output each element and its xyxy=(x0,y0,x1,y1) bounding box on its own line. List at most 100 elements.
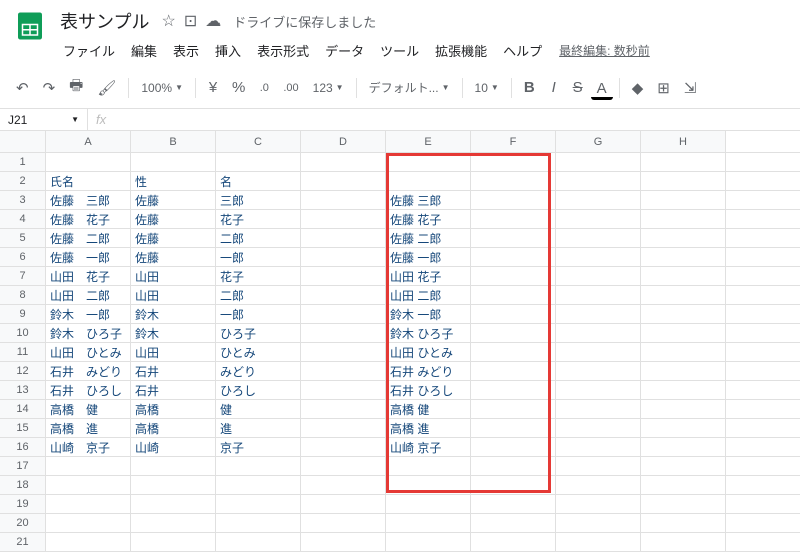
row-header[interactable]: 19 xyxy=(0,495,46,513)
cell[interactable]: 進 xyxy=(216,419,301,437)
cell[interactable]: 佐藤 花子 xyxy=(46,210,131,228)
row-header[interactable]: 21 xyxy=(0,533,46,551)
cell[interactable] xyxy=(46,476,131,494)
column-header[interactable]: E xyxy=(386,131,471,152)
document-title[interactable]: 表サンプル xyxy=(56,6,153,36)
cell[interactable] xyxy=(301,438,386,456)
cell[interactable] xyxy=(301,381,386,399)
cell[interactable]: 二郎 xyxy=(216,286,301,304)
row-header[interactable]: 20 xyxy=(0,514,46,532)
cell[interactable] xyxy=(471,419,556,437)
cell[interactable] xyxy=(301,495,386,513)
star-icon[interactable]: ☆ xyxy=(161,11,175,31)
row-header[interactable]: 18 xyxy=(0,476,46,494)
cell[interactable]: 鈴木 xyxy=(131,305,216,323)
cell[interactable] xyxy=(131,533,216,551)
cell[interactable]: 三郎 xyxy=(216,191,301,209)
cell[interactable] xyxy=(301,153,386,171)
cell[interactable] xyxy=(216,533,301,551)
cell[interactable] xyxy=(556,286,641,304)
cell[interactable]: 鈴木 ひろ子 xyxy=(386,324,471,342)
cell[interactable]: 花子 xyxy=(216,267,301,285)
cell[interactable] xyxy=(471,286,556,304)
cell[interactable] xyxy=(641,514,726,532)
cell[interactable]: 一郎 xyxy=(216,248,301,266)
cell[interactable]: ひろし xyxy=(216,381,301,399)
cell[interactable]: 佐藤 一郎 xyxy=(386,248,471,266)
cell[interactable] xyxy=(556,400,641,418)
cell[interactable] xyxy=(641,400,726,418)
cell[interactable]: 鈴木 xyxy=(131,324,216,342)
cell[interactable] xyxy=(471,343,556,361)
cell[interactable] xyxy=(556,191,641,209)
cell[interactable] xyxy=(556,343,641,361)
cell[interactable]: 佐藤 花子 xyxy=(386,210,471,228)
row-header[interactable]: 7 xyxy=(0,267,46,285)
cell[interactable] xyxy=(641,457,726,475)
cell[interactable] xyxy=(471,324,556,342)
cell[interactable]: 高橋 進 xyxy=(46,419,131,437)
cell[interactable] xyxy=(471,438,556,456)
cell[interactable] xyxy=(556,419,641,437)
cell[interactable]: 高橋 xyxy=(131,419,216,437)
move-icon[interactable]: ⊡ xyxy=(184,11,197,31)
column-header[interactable]: C xyxy=(216,131,301,152)
strike-button[interactable]: S xyxy=(567,75,589,100)
cell[interactable]: 山田 ひとみ xyxy=(46,343,131,361)
cell[interactable]: 鈴木 一郎 xyxy=(46,305,131,323)
increase-decimal-button[interactable]: .00 xyxy=(277,78,304,98)
borders-icon[interactable]: ⊞ xyxy=(651,75,676,101)
cell[interactable]: 石井 xyxy=(131,381,216,399)
cell[interactable] xyxy=(386,533,471,551)
cell[interactable] xyxy=(301,514,386,532)
cell[interactable] xyxy=(641,381,726,399)
zoom-dropdown[interactable]: 100%▼ xyxy=(135,78,189,98)
cell[interactable] xyxy=(301,362,386,380)
cell[interactable]: 石井 みどり xyxy=(386,362,471,380)
cell[interactable] xyxy=(641,362,726,380)
cell[interactable]: 山田 二郎 xyxy=(386,286,471,304)
menu-format[interactable]: 表示形式 xyxy=(250,38,316,63)
cell[interactable] xyxy=(301,229,386,247)
cell[interactable] xyxy=(556,267,641,285)
cell[interactable] xyxy=(471,495,556,513)
cell[interactable] xyxy=(301,476,386,494)
cell[interactable]: 佐藤 xyxy=(131,210,216,228)
cell[interactable] xyxy=(301,286,386,304)
cell[interactable] xyxy=(641,210,726,228)
cell[interactable] xyxy=(556,362,641,380)
row-header[interactable]: 12 xyxy=(0,362,46,380)
cell[interactable] xyxy=(301,172,386,190)
cell[interactable] xyxy=(386,495,471,513)
cell[interactable] xyxy=(556,172,641,190)
cell[interactable] xyxy=(131,476,216,494)
print-icon[interactable]: 🖶 xyxy=(63,71,89,104)
cell[interactable]: 名 xyxy=(216,172,301,190)
cell[interactable] xyxy=(301,267,386,285)
cell[interactable] xyxy=(556,210,641,228)
menu-data[interactable]: データ xyxy=(318,38,371,63)
fill-color-icon[interactable]: ◆ xyxy=(626,75,650,101)
cell[interactable] xyxy=(301,533,386,551)
formula-input[interactable] xyxy=(114,109,800,130)
menu-tools[interactable]: ツール xyxy=(373,38,426,63)
column-header[interactable]: D xyxy=(301,131,386,152)
bold-button[interactable]: B xyxy=(518,75,541,100)
row-header[interactable]: 9 xyxy=(0,305,46,323)
cell[interactable] xyxy=(641,438,726,456)
cell[interactable] xyxy=(471,210,556,228)
cell[interactable]: 性 xyxy=(131,172,216,190)
cell[interactable] xyxy=(641,286,726,304)
select-all-corner[interactable] xyxy=(0,131,46,152)
cell[interactable] xyxy=(46,495,131,513)
cell[interactable]: 佐藤 一郎 xyxy=(46,248,131,266)
menu-insert[interactable]: 挿入 xyxy=(208,38,248,63)
cell[interactable] xyxy=(556,305,641,323)
column-header[interactable]: H xyxy=(641,131,726,152)
cell[interactable] xyxy=(471,305,556,323)
cell[interactable] xyxy=(301,191,386,209)
cell[interactable] xyxy=(386,172,471,190)
cell[interactable] xyxy=(556,381,641,399)
row-header[interactable]: 11 xyxy=(0,343,46,361)
cell[interactable] xyxy=(641,153,726,171)
